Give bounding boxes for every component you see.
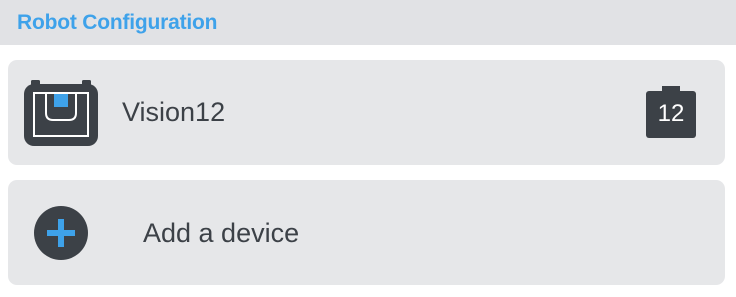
header-bar: Robot Configuration — [0, 0, 736, 45]
device-name: Vision12 — [122, 97, 226, 127]
port-badge: 12 — [646, 86, 696, 138]
add-device-label: Add a device — [143, 218, 300, 248]
port-number: 12 — [657, 100, 685, 127]
device-card-vision12[interactable]: Vision12 12 — [8, 60, 725, 165]
add-device-button[interactable]: Add a device — [8, 180, 725, 285]
plus-icon — [34, 206, 88, 260]
vision-sensor-icon — [24, 80, 98, 146]
page-title: Robot Configuration — [17, 11, 218, 34]
